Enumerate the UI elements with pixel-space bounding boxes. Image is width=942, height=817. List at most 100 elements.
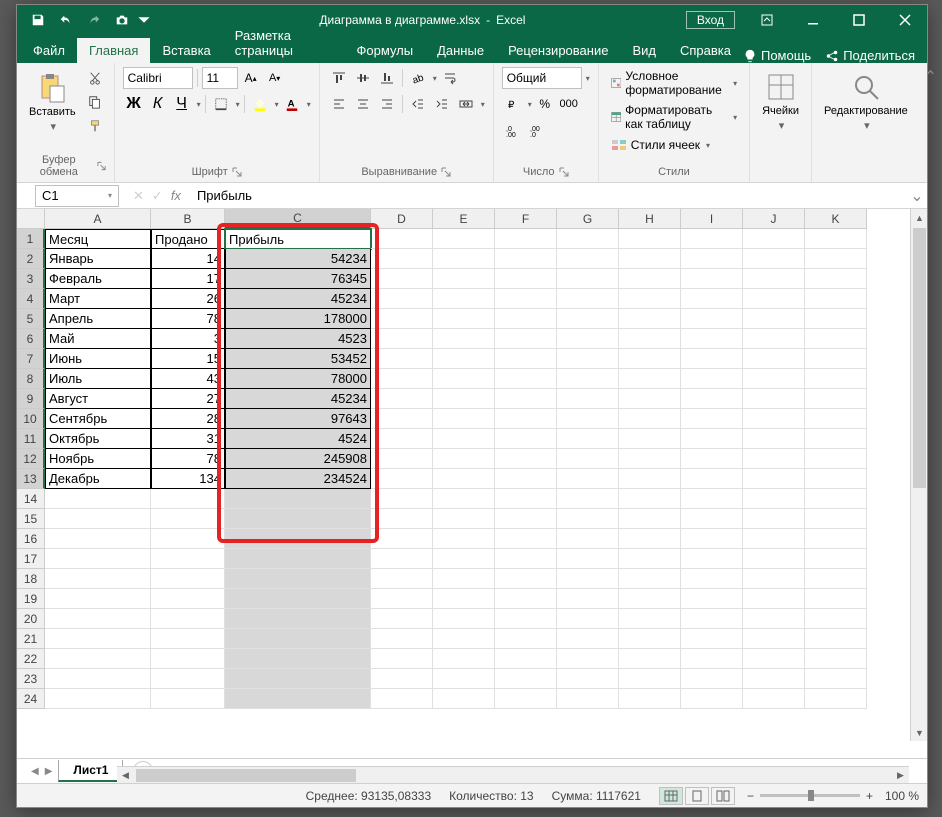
cell[interactable]	[681, 489, 743, 509]
cell[interactable]	[743, 469, 805, 489]
signin-button[interactable]: Вход	[686, 11, 735, 29]
cell[interactable]	[433, 409, 495, 429]
cell[interactable]	[371, 669, 433, 689]
cell[interactable]	[743, 429, 805, 449]
increase-decimal-icon[interactable]: ,0,00	[502, 119, 524, 141]
cell[interactable]	[371, 609, 433, 629]
font-name-select[interactable]: Calibri	[123, 67, 193, 89]
cell[interactable]	[743, 409, 805, 429]
cell[interactable]: Октябрь	[45, 429, 151, 449]
cell[interactable]	[743, 369, 805, 389]
cell[interactable]	[743, 269, 805, 289]
row-header[interactable]: 9	[17, 389, 45, 409]
cell[interactable]	[495, 549, 557, 569]
row-header[interactable]: 14	[17, 489, 45, 509]
font-color-icon[interactable]: A	[281, 93, 303, 115]
dialog-launcher-icon[interactable]	[559, 167, 569, 177]
cell[interactable]	[151, 569, 225, 589]
tab-вид[interactable]: Вид	[620, 38, 668, 63]
cell[interactable]	[151, 629, 225, 649]
cell[interactable]	[495, 329, 557, 349]
cell[interactable]: 14	[151, 249, 225, 269]
cell[interactable]	[743, 309, 805, 329]
cell[interactable]	[557, 429, 619, 449]
cell[interactable]	[805, 669, 867, 689]
cell[interactable]	[681, 309, 743, 329]
cell[interactable]	[805, 629, 867, 649]
cell[interactable]	[45, 609, 151, 629]
align-top-icon[interactable]	[328, 67, 350, 89]
cell[interactable]	[557, 529, 619, 549]
cell[interactable]	[681, 369, 743, 389]
increase-font-icon[interactable]: A▴	[240, 67, 262, 89]
cell[interactable]	[681, 689, 743, 709]
cell[interactable]	[743, 329, 805, 349]
editing-button[interactable]: Редактирование▾	[820, 67, 912, 136]
cell[interactable]	[805, 589, 867, 609]
row-header[interactable]: 19	[17, 589, 45, 609]
cell[interactable]	[681, 669, 743, 689]
cell[interactable]: 31	[151, 429, 225, 449]
cell[interactable]	[681, 549, 743, 569]
cell[interactable]: 78	[151, 309, 225, 329]
cell[interactable]	[371, 229, 433, 249]
cell[interactable]	[225, 589, 371, 609]
cell[interactable]	[45, 629, 151, 649]
comma-icon[interactable]: 000	[558, 93, 580, 115]
cell[interactable]	[805, 369, 867, 389]
tab-файл[interactable]: Файл	[21, 38, 77, 63]
cell[interactable]	[45, 529, 151, 549]
cell[interactable]: Апрель	[45, 309, 151, 329]
cell[interactable]	[495, 669, 557, 689]
row-header[interactable]: 16	[17, 529, 45, 549]
cell[interactable]	[371, 289, 433, 309]
cell[interactable]	[371, 269, 433, 289]
cell[interactable]	[557, 409, 619, 429]
currency-icon[interactable]: ₽	[502, 93, 524, 115]
cell[interactable]	[151, 689, 225, 709]
row-header[interactable]: 15	[17, 509, 45, 529]
column-header[interactable]: J	[743, 209, 805, 229]
row-header[interactable]: 1	[17, 229, 45, 249]
cell[interactable]	[225, 529, 371, 549]
column-header[interactable]: H	[619, 209, 681, 229]
row-header[interactable]: 20	[17, 609, 45, 629]
cell[interactable]	[495, 689, 557, 709]
cell[interactable]: 234524	[225, 469, 371, 489]
column-header[interactable]: C	[225, 209, 371, 229]
cell[interactable]	[433, 569, 495, 589]
underline-button[interactable]: Ч	[171, 93, 193, 115]
cell[interactable]	[743, 349, 805, 369]
cell[interactable]	[433, 389, 495, 409]
row-header[interactable]: 18	[17, 569, 45, 589]
cell[interactable]	[805, 409, 867, 429]
cell[interactable]	[619, 529, 681, 549]
cell[interactable]	[681, 389, 743, 409]
cell[interactable]	[743, 289, 805, 309]
cell[interactable]	[433, 369, 495, 389]
cell[interactable]	[619, 609, 681, 629]
cell[interactable]: 15	[151, 349, 225, 369]
cell[interactable]	[557, 349, 619, 369]
cell[interactable]	[619, 329, 681, 349]
cell[interactable]	[225, 489, 371, 509]
cell[interactable]	[805, 309, 867, 329]
cell[interactable]	[619, 409, 681, 429]
paste-button[interactable]: Вставить▾	[25, 67, 80, 137]
tab-данные[interactable]: Данные	[425, 38, 496, 63]
page-break-view-icon[interactable]	[711, 787, 735, 805]
cell[interactable]	[433, 509, 495, 529]
cell[interactable]	[371, 449, 433, 469]
cell[interactable]	[495, 449, 557, 469]
cell[interactable]: Февраль	[45, 269, 151, 289]
cell[interactable]: 53452	[225, 349, 371, 369]
cell[interactable]	[371, 489, 433, 509]
collapse-ribbon-icon[interactable]: ⌃	[920, 63, 941, 182]
cell[interactable]	[433, 669, 495, 689]
cell[interactable]	[45, 689, 151, 709]
fx-icon[interactable]: fx	[171, 188, 181, 203]
cell[interactable]	[619, 249, 681, 269]
page-layout-view-icon[interactable]	[685, 787, 709, 805]
cell[interactable]	[805, 689, 867, 709]
cell[interactable]	[495, 369, 557, 389]
